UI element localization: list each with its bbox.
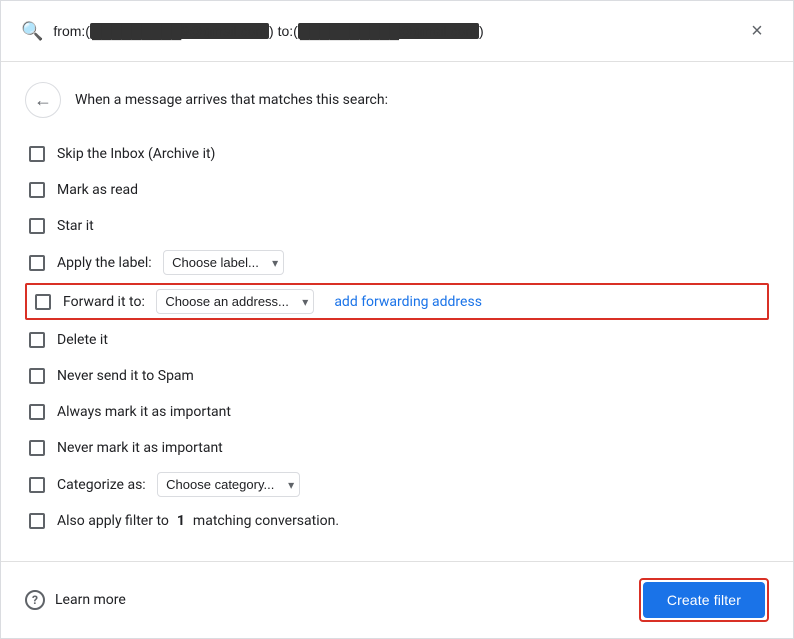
checkbox-skip-inbox[interactable] [29, 146, 45, 162]
option-apply-label: Apply the label: Choose label... [25, 244, 769, 281]
close-button[interactable]: × [741, 15, 773, 47]
option-forward-it: Forward it to: Choose an address... add … [25, 283, 769, 320]
subtitle-text: When a message arrives that matches this… [75, 92, 388, 108]
checkbox-forward-it[interactable] [35, 294, 51, 310]
label-never-spam: Never send it to Spam [57, 368, 194, 384]
option-also-apply: Also apply filter to 1 matching conversa… [25, 503, 769, 539]
footer-left: ? Learn more [25, 590, 126, 610]
filter-dialog: 🔍 from:(█████████9@gmail.com) to:(██████… [0, 0, 794, 639]
label-never-important: Never mark it as important [57, 440, 223, 456]
label-select-wrapper: Choose label... [163, 250, 284, 275]
checkbox-also-apply[interactable] [29, 513, 45, 529]
option-mark-as-read: Mark as read [25, 172, 769, 208]
header-query: from:(█████████9@gmail.com) to:(████████… [53, 23, 483, 39]
label-categorize-as: Categorize as: Choose category... [57, 472, 300, 497]
checkbox-categorize-as[interactable] [29, 477, 45, 493]
checkbox-delete-it[interactable] [29, 332, 45, 348]
option-never-important: Never mark it as important [25, 430, 769, 466]
checkbox-mark-as-read[interactable] [29, 182, 45, 198]
checkbox-star-it[interactable] [29, 218, 45, 234]
label-also-apply: Also apply filter to 1 matching conversa… [57, 513, 339, 529]
label-dropdown[interactable]: Choose label... [163, 250, 284, 275]
create-filter-button[interactable]: Create filter [643, 582, 765, 618]
conversation-count: 1 [177, 513, 185, 529]
option-delete-it: Delete it [25, 322, 769, 358]
label-always-important: Always mark it as important [57, 404, 231, 420]
label-apply-label: Apply the label: Choose label... [57, 250, 284, 275]
label-skip-inbox: Skip the Inbox (Archive it) [57, 146, 215, 162]
subtitle-row: ← When a message arrives that matches th… [25, 82, 769, 118]
back-button[interactable]: ← [25, 82, 61, 118]
to-email: ██████████@gmail.com [298, 23, 479, 39]
header-left: 🔍 from:(█████████9@gmail.com) to:(██████… [21, 21, 741, 42]
label-star-it: Star it [57, 218, 94, 234]
dialog-footer: ? Learn more Create filter [1, 561, 793, 638]
create-filter-wrapper: Create filter [639, 578, 769, 622]
label-forward-it: Forward it to: Choose an address... [63, 289, 314, 314]
help-icon[interactable]: ? [25, 590, 45, 610]
add-forwarding-link[interactable]: add forwarding address [334, 294, 482, 310]
forward-select-wrapper: Choose an address... [156, 289, 314, 314]
option-skip-inbox: Skip the Inbox (Archive it) [25, 136, 769, 172]
option-never-spam: Never send it to Spam [25, 358, 769, 394]
option-categorize-as: Categorize as: Choose category... [25, 466, 769, 503]
dialog-body: ← When a message arrives that matches th… [1, 62, 793, 561]
checkbox-apply-label[interactable] [29, 255, 45, 271]
label-mark-as-read: Mark as read [57, 182, 138, 198]
from-email: █████████9@gmail.com [90, 23, 269, 39]
dialog-header: 🔍 from:(█████████9@gmail.com) to:(██████… [1, 1, 793, 62]
forward-dropdown[interactable]: Choose an address... [156, 289, 314, 314]
checkbox-never-spam[interactable] [29, 368, 45, 384]
category-select-wrapper: Choose category... [157, 472, 300, 497]
learn-more-link[interactable]: Learn more [55, 592, 126, 608]
category-dropdown[interactable]: Choose category... [157, 472, 300, 497]
label-delete-it: Delete it [57, 332, 108, 348]
checkbox-always-important[interactable] [29, 404, 45, 420]
checkbox-never-important[interactable] [29, 440, 45, 456]
option-always-important: Always mark it as important [25, 394, 769, 430]
search-icon: 🔍 [21, 21, 43, 42]
option-star-it: Star it [25, 208, 769, 244]
